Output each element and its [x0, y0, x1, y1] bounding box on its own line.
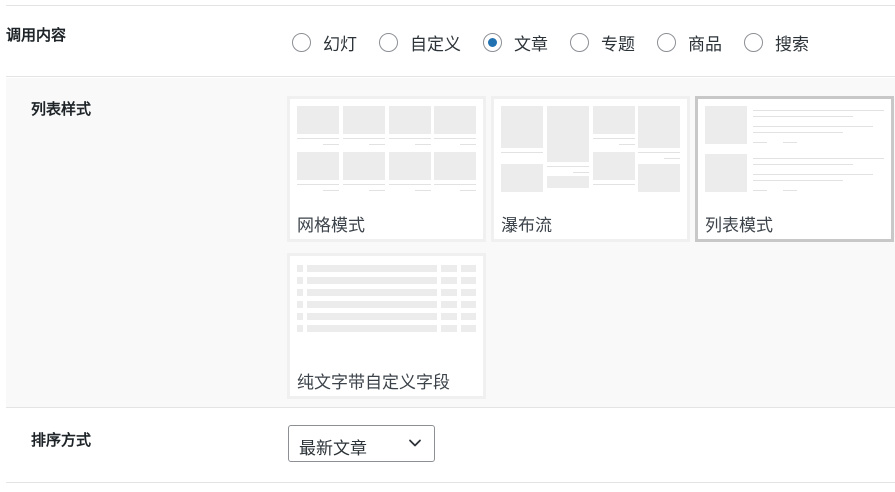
call-content-radio-group: 幻灯 自定义 文章 专题 商品 搜索: [292, 30, 831, 55]
radio-circle-checked[interactable]: [483, 33, 502, 52]
radio-label: 文章: [514, 35, 548, 55]
list-thumbnail: [705, 106, 884, 194]
radio-circle[interactable]: [379, 33, 398, 52]
waterfall-thumbnail: [501, 106, 680, 194]
style-card-waterfall[interactable]: 瀑布流: [491, 96, 690, 242]
style-card-label: 瀑布流: [501, 216, 552, 236]
grid-thumbnail: [297, 106, 476, 194]
list-style-label: 列表样式: [31, 100, 92, 118]
radio-label: 自定义: [410, 35, 461, 55]
radio-label: 专题: [601, 35, 635, 55]
radio-circle[interactable]: [657, 33, 676, 52]
radio-label: 商品: [688, 35, 722, 55]
style-card-list[interactable]: 列表模式: [695, 96, 894, 242]
radio-circle[interactable]: [570, 33, 589, 52]
radio-label: 幻灯: [323, 35, 357, 55]
plain-text-thumbnail: [297, 263, 476, 351]
style-card-label: 纯文字带自定义字段: [297, 373, 450, 393]
sort-select-value: 最新文章: [299, 439, 367, 459]
sort-row: 排序方式 最新文章: [6, 409, 895, 483]
radio-option-product[interactable]: 商品: [657, 30, 722, 55]
chevron-down-icon: [409, 439, 421, 447]
sort-label: 排序方式: [31, 431, 92, 449]
radio-circle[interactable]: [292, 33, 311, 52]
list-style-row: 列表样式 网格模式 瀑布流 列表模式 纯文字带自定义字段: [6, 78, 895, 408]
call-content-label: 调用内容: [6, 26, 67, 44]
style-card-grid[interactable]: 网格模式: [287, 96, 486, 242]
style-card-label: 网格模式: [297, 216, 365, 236]
radio-circle[interactable]: [744, 33, 763, 52]
radio-option-custom[interactable]: 自定义: [379, 30, 461, 55]
radio-option-article[interactable]: 文章: [483, 30, 548, 55]
sort-select[interactable]: 最新文章: [288, 425, 435, 462]
radio-option-topic[interactable]: 专题: [570, 30, 635, 55]
radio-option-search[interactable]: 搜索: [744, 30, 809, 55]
radio-option-slideshow[interactable]: 幻灯: [292, 30, 357, 55]
style-card-label: 列表模式: [705, 216, 773, 236]
call-content-row: 调用内容 幻灯 自定义 文章 专题 商品 搜索: [6, 6, 895, 77]
radio-label: 搜索: [775, 35, 809, 55]
style-card-plain-text[interactable]: 纯文字带自定义字段: [287, 253, 486, 399]
